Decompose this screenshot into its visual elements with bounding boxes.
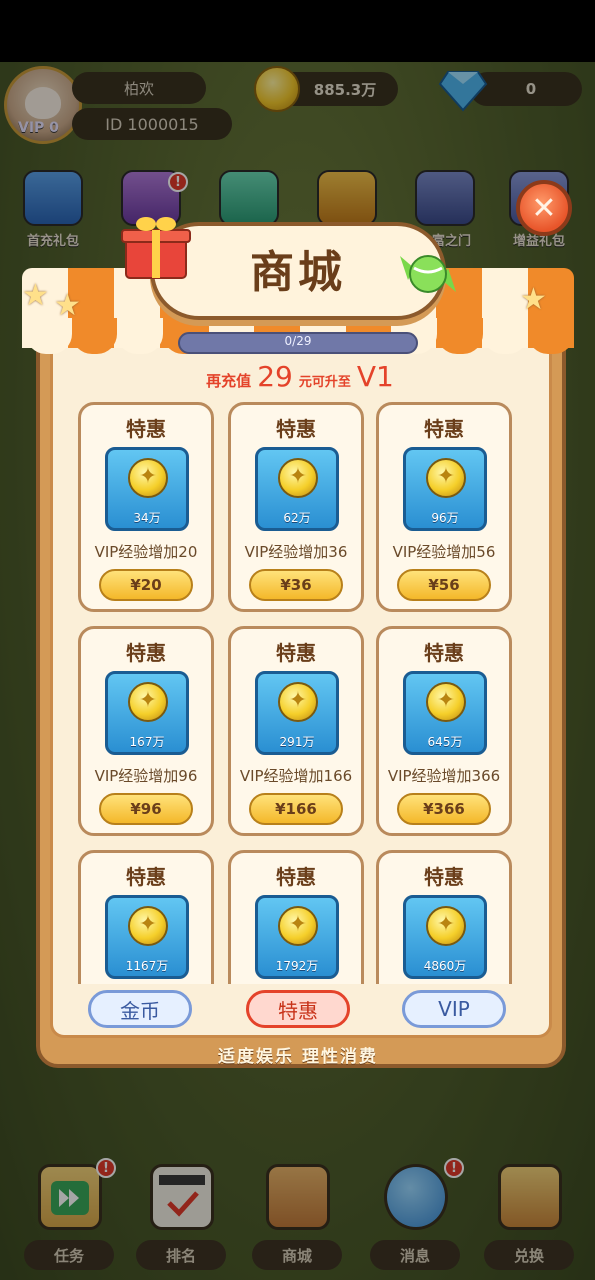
price-button[interactable]: ¥96 [99,793,193,825]
tab-coins[interactable]: 金币 [88,990,192,1028]
product-tag: 特惠 [424,417,464,441]
product-tile: 96万 [403,447,487,531]
product-card[interactable]: 特惠 4860万 [376,850,512,984]
product-card[interactable]: 特惠 34万 VIP经验增加20 ¥20 [78,402,214,612]
price-button[interactable]: ¥36 [249,569,343,601]
product-tag: 特惠 [126,417,166,441]
product-desc: VIP经验增加56 [392,543,496,561]
product-desc: VIP经验增加96 [94,767,198,785]
product-desc: VIP经验增加366 [387,767,501,785]
product-tag: 特惠 [424,865,464,889]
product-card[interactable]: 特惠 1792万 [228,850,364,984]
product-tile: 62万 [255,447,339,531]
upgrade-prefix: 再充值 [206,372,252,390]
star-icon: ★ [54,288,81,323]
product-tag: 特惠 [276,417,316,441]
coin-icon [426,682,466,722]
star-icon: ★ [22,278,49,313]
product-tag: 特惠 [276,641,316,665]
gift-box-icon [121,217,191,279]
price-button[interactable]: ¥366 [397,793,491,825]
coin-icon [128,458,168,498]
tab-special-offers[interactable]: 特惠 [246,990,350,1028]
product-tile: 167万 [105,671,189,755]
product-amount: 291万 [279,735,315,749]
product-desc: VIP经验增加20 [94,543,198,561]
product-card[interactable]: 特惠 291万 VIP经验增加166 ¥166 [228,626,364,836]
product-tag: 特惠 [424,641,464,665]
coin-icon [278,458,318,498]
star-icon: ★ [520,282,547,317]
product-amount: 62万 [283,511,311,525]
candy-icon [400,255,456,293]
product-desc: VIP经验增加36 [244,543,348,561]
product-card[interactable]: 特惠 167万 VIP经验增加96 ¥96 [78,626,214,836]
product-tag: 特惠 [276,865,316,889]
product-amount: 96万 [431,511,459,525]
price-button[interactable]: ¥56 [397,569,491,601]
price-button[interactable]: ¥166 [249,793,343,825]
upgrade-hint: 再充值 29 元可升至 V1 [150,360,450,394]
coin-icon [128,906,168,946]
product-grid[interactable]: 特惠 34万 VIP经验增加20 ¥20 特惠 62万 VIP经验增加36 ¥3… [54,400,548,984]
product-tag: 特惠 [126,865,166,889]
product-tile: 4860万 [403,895,487,979]
product-tile: 1167万 [105,895,189,979]
healthy-gaming-notice: 适度娱乐 理性消费 [218,1047,378,1067]
status-bar [0,0,595,62]
product-amount: 1792万 [275,959,319,973]
product-amount: 1167万 [125,959,169,973]
product-amount: 167万 [129,735,165,749]
coin-icon [278,906,318,946]
product-amount: 34万 [133,511,161,525]
product-amount: 4860万 [423,959,467,973]
product-tile: 34万 [105,447,189,531]
coin-icon [426,906,466,946]
product-tile: 291万 [255,671,339,755]
upgrade-level: V1 [356,360,394,393]
upgrade-amount: 29 [257,360,293,393]
coin-icon [426,458,466,498]
product-tag: 特惠 [126,641,166,665]
product-desc: VIP经验增加166 [239,767,353,785]
product-card[interactable]: 特惠 1167万 [78,850,214,984]
product-card[interactable]: 特惠 62万 VIP经验增加36 ¥36 [228,402,364,612]
tab-vip[interactable]: VIP [402,990,506,1028]
product-amount: 645万 [427,735,463,749]
vip-progress-text: 0/29 [284,334,312,348]
product-card[interactable]: 特惠 645万 VIP经验增加366 ¥366 [376,626,512,836]
coin-icon [128,682,168,722]
product-tile: 1792万 [255,895,339,979]
upgrade-suffix: 元可升至 [298,375,351,390]
close-button[interactable]: ✕ [516,180,572,236]
coin-icon [278,682,318,722]
product-tile: 645万 [403,671,487,755]
product-card[interactable]: 特惠 96万 VIP经验增加56 ¥56 [376,402,512,612]
price-button[interactable]: ¥20 [99,569,193,601]
